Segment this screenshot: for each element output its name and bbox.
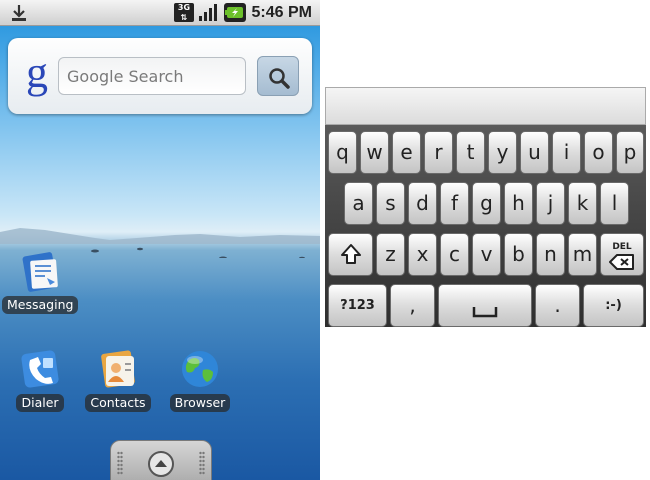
key-area: q w e r t y u i o p a s d f g h j k l z … bbox=[325, 125, 646, 327]
battery-charging-icon bbox=[224, 3, 246, 22]
app-messaging[interactable]: Messaging bbox=[2, 248, 79, 314]
home-screen: 3G ⇅ 5:46 PM g Google Search Messaging D… bbox=[0, 0, 320, 480]
key-a[interactable]: a bbox=[344, 182, 373, 225]
key-i[interactable]: i bbox=[552, 131, 581, 174]
app-browser[interactable]: Browser bbox=[162, 346, 238, 412]
key-q[interactable]: q bbox=[328, 131, 357, 174]
grip-left bbox=[117, 451, 123, 475]
app-contacts[interactable]: Contacts bbox=[80, 346, 156, 412]
key-t[interactable]: t bbox=[456, 131, 485, 174]
comma-key[interactable]: , bbox=[390, 284, 435, 327]
phone-icon bbox=[21, 350, 59, 388]
key-p[interactable]: p bbox=[616, 131, 644, 174]
app-drawer-tab[interactable] bbox=[110, 440, 212, 480]
search-button[interactable] bbox=[257, 56, 299, 96]
magnifier-icon bbox=[269, 68, 290, 89]
space-bar-icon bbox=[472, 307, 498, 318]
period-key[interactable]: . bbox=[535, 284, 580, 327]
key-b[interactable]: b bbox=[504, 233, 533, 276]
messaging-icon bbox=[22, 252, 58, 292]
key-o[interactable]: o bbox=[584, 131, 613, 174]
delete-key-label: DEL bbox=[612, 242, 632, 252]
symbols-key[interactable]: ?123 bbox=[328, 284, 387, 327]
space-key[interactable] bbox=[438, 284, 532, 327]
status-time: 5:46 PM bbox=[251, 4, 312, 21]
key-d[interactable]: d bbox=[408, 182, 437, 225]
google-search-widget: g bbox=[8, 38, 312, 114]
key-y[interactable]: y bbox=[488, 131, 517, 174]
delete-key[interactable]: DEL bbox=[600, 233, 644, 276]
shift-key[interactable] bbox=[328, 233, 373, 276]
key-h[interactable]: h bbox=[504, 182, 533, 225]
key-w[interactable]: w bbox=[360, 131, 389, 174]
download-icon bbox=[10, 3, 28, 22]
key-u[interactable]: u bbox=[520, 131, 549, 174]
app-label: Messaging bbox=[2, 296, 79, 314]
key-r[interactable]: r bbox=[424, 131, 453, 174]
grip-right bbox=[199, 451, 205, 475]
key-s[interactable]: s bbox=[376, 182, 405, 225]
globe-icon bbox=[182, 351, 218, 387]
app-dialer[interactable]: Dialer bbox=[2, 346, 78, 412]
app-label: Dialer bbox=[16, 394, 64, 412]
backspace-icon bbox=[609, 254, 634, 270]
key-n[interactable]: n bbox=[536, 233, 565, 276]
status-bar[interactable]: 3G ⇅ 5:46 PM bbox=[0, 0, 320, 26]
key-c[interactable]: c bbox=[440, 233, 469, 276]
signal-icon bbox=[198, 3, 218, 22]
search-input[interactable] bbox=[58, 57, 246, 95]
key-k[interactable]: k bbox=[568, 182, 597, 225]
key-e[interactable]: e bbox=[392, 131, 421, 174]
key-x[interactable]: x bbox=[408, 233, 437, 276]
key-m[interactable]: m bbox=[568, 233, 597, 276]
soft-keyboard: q w e r t y u i o p a s d f g h j k l z … bbox=[325, 87, 646, 327]
key-f[interactable]: f bbox=[440, 182, 469, 225]
shift-arrow-icon bbox=[340, 244, 361, 264]
google-logo[interactable]: g bbox=[22, 50, 52, 100]
app-label: Browser bbox=[169, 394, 231, 412]
key-z[interactable]: z bbox=[376, 233, 405, 276]
3g-icon: 3G ⇅ bbox=[174, 3, 194, 22]
contacts-icon bbox=[101, 350, 135, 388]
key-l[interactable]: l bbox=[600, 182, 629, 225]
smiley-key[interactable]: :-) bbox=[583, 284, 644, 327]
key-v[interactable]: v bbox=[472, 233, 501, 276]
key-g[interactable]: g bbox=[472, 182, 501, 225]
app-label: Contacts bbox=[85, 394, 151, 412]
chevron-up-icon bbox=[148, 451, 174, 477]
candidate-bar[interactable] bbox=[325, 87, 646, 125]
key-j[interactable]: j bbox=[536, 182, 565, 225]
